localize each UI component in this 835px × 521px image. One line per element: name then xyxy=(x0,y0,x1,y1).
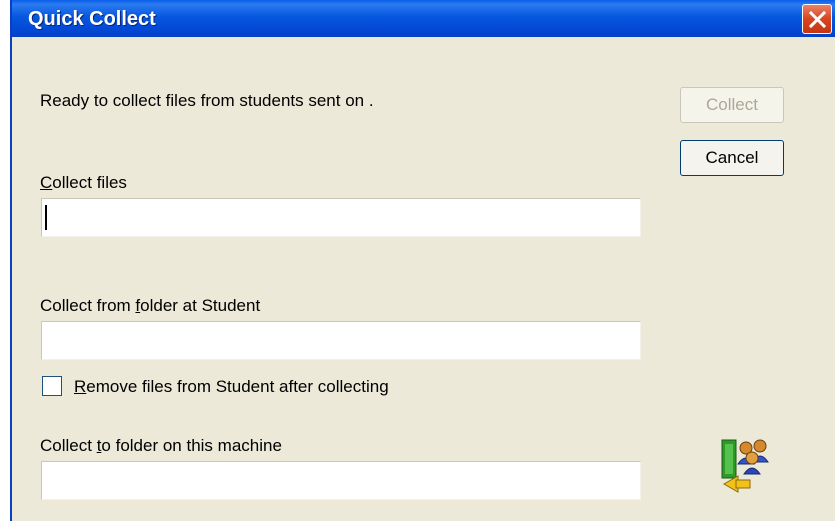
collect-to-folder-label: Collect to folder on this machine xyxy=(40,436,282,456)
collect-from-folder-label: Collect from folder at Student xyxy=(40,296,260,316)
remove-files-label-text: emove files from Student after collectin… xyxy=(86,377,389,396)
collect-files-icon xyxy=(721,439,769,493)
window-title: Quick Collect xyxy=(28,8,156,30)
collect-to-folder-input[interactable] xyxy=(41,461,641,500)
close-icon xyxy=(809,11,826,28)
collect-files-label: Collect files xyxy=(40,173,127,193)
close-button[interactable] xyxy=(802,4,832,34)
text-caret xyxy=(45,205,47,230)
collect-from-folder-label-post: older at Student xyxy=(140,296,261,315)
collect-files-accelerator: C xyxy=(40,173,53,192)
collect-to-folder-label-pre: Collect xyxy=(40,436,97,455)
collect-from-folder-label-pre: Collect from xyxy=(40,296,136,315)
collect-to-folder-label-post: o folder on this machine xyxy=(101,436,282,455)
quick-collect-dialog: Quick Collect Ready to collect files fro… xyxy=(10,0,835,521)
collect-files-label-text: ollect files xyxy=(52,173,127,192)
collect-from-folder-input[interactable] xyxy=(41,321,641,360)
title-bar[interactable]: Quick Collect xyxy=(12,0,835,37)
remove-files-label[interactable]: Remove files from Student after collecti… xyxy=(74,377,389,397)
collect-files-input[interactable] xyxy=(41,198,641,237)
collect-button[interactable]: Collect xyxy=(680,87,784,123)
remove-files-accelerator: R xyxy=(74,377,87,396)
cancel-button[interactable]: Cancel xyxy=(680,140,784,176)
status-text: Ready to collect files from students sen… xyxy=(40,91,374,110)
remove-files-checkbox[interactable] xyxy=(42,376,62,396)
